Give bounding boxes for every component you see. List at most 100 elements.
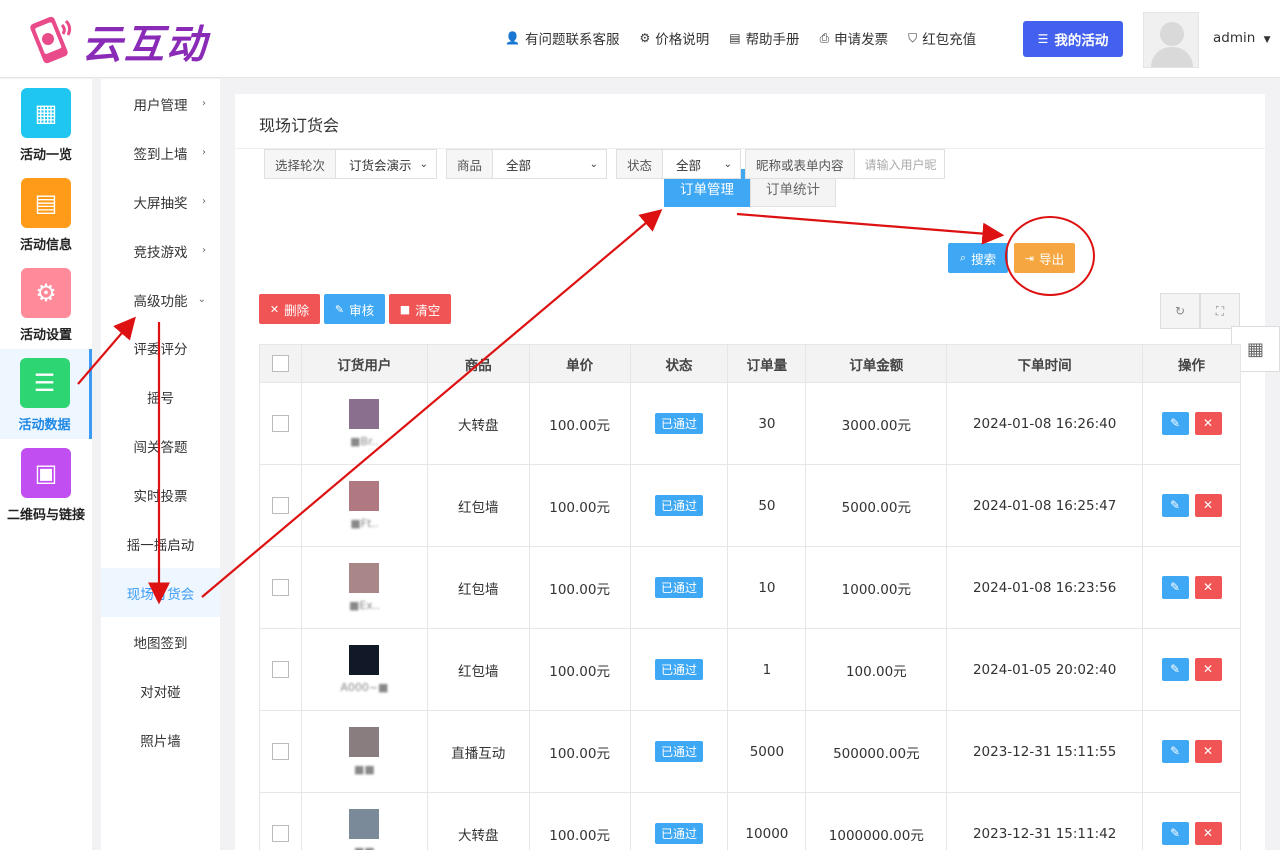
list-icon: ☰ (1037, 32, 1049, 46)
submenu-item-label: 用户管理 (133, 97, 188, 114)
top-nav-item[interactable]: ⎙ 申请发票 (819, 28, 889, 49)
status-badge: 已通过 (654, 413, 703, 434)
time-cell: 2023-12-31 15:11:42 (946, 792, 1144, 850)
delete-row-button[interactable]: ✕ (1194, 658, 1222, 681)
delete-button[interactable]: ✕ 删除 (259, 294, 320, 324)
round-select[interactable]: 选择轮次 订货会演示 ⌄ (264, 149, 437, 179)
delete-row-button[interactable]: ✕ (1194, 576, 1222, 599)
submenu-item[interactable]: 用户管理 › (101, 79, 220, 128)
submenu-subitem[interactable]: 摇号 (101, 372, 220, 421)
amount-cell: 1000.00元 (805, 546, 948, 629)
user-nickname: A000~■ (340, 681, 389, 694)
user-nickname: ■Br.. (350, 435, 379, 448)
review-button[interactable]: ✎ 审核 (324, 294, 385, 324)
actions-cell: ✎ ✕ (1142, 710, 1241, 793)
rail-item-qrcode[interactable]: ▣ 二维码与链接 (0, 439, 92, 529)
search-input[interactable]: 请输入用户昵 (855, 150, 944, 178)
column-header[interactable]: 下单时间 (946, 344, 1144, 383)
user-nickname: ■Ex.. (348, 599, 380, 612)
user-nickname: ■■ (353, 763, 375, 776)
rail-item-gear[interactable]: ⚙ 活动设置 (0, 259, 92, 349)
rail-item-label: 活动信息 (19, 238, 72, 253)
status-select[interactable]: 状态 全部 ⌄ (616, 149, 741, 179)
printer-icon: ⎙ (819, 30, 830, 45)
submenu-item-label: 竞技游戏 (133, 244, 188, 261)
edit-button[interactable]: ✎ (1161, 822, 1189, 845)
edit-button[interactable]: ✎ (1161, 740, 1189, 763)
amount-cell: 5000.00元 (805, 464, 948, 547)
rail-item-label: 活动设置 (19, 328, 72, 343)
gear-icon: ⚙ (21, 268, 71, 318)
submenu-subitem[interactable]: 闯关答题 (101, 421, 220, 470)
row-checkbox[interactable] (271, 415, 289, 432)
column-header[interactable]: 订单量 (727, 344, 807, 383)
submenu-subitem[interactable]: 照片墙 (101, 715, 220, 764)
submenu-subitem[interactable]: 对对碰 (101, 666, 220, 715)
submenu-item[interactable]: 竞技游戏 › (101, 226, 220, 275)
submenu-subitem-label: 对对碰 (140, 684, 181, 701)
avatar[interactable] (1143, 12, 1199, 68)
logo[interactable]: 云互动 (22, 12, 208, 70)
column-header[interactable]: 商品 (426, 344, 530, 383)
submenu-subitem-label: 摇一摇启动 (126, 537, 195, 554)
clear-button[interactable]: ■ 清空 (389, 294, 451, 324)
column-header[interactable]: 订货用户 (300, 344, 428, 383)
top-nav: 👤 有问题联系客服 ⚙ 价格说明 ▤ 帮助手册 ⎙ 申请发票 ⛉ 红包充值 (505, 28, 996, 49)
user-menu[interactable]: admin ▼ (1213, 30, 1271, 46)
delete-row-button[interactable]: ✕ (1194, 740, 1222, 763)
submenu-item[interactable]: 签到上墙 › (101, 128, 220, 177)
submenu-subitem[interactable]: 现场订货会 (101, 568, 220, 617)
icon-rail: ▦ 活动一览 ▤ 活动信息 ⚙ 活动设置 ☰ 活动数据 ▣ 二维码与链接 (0, 79, 92, 850)
product-select[interactable]: 商品 全部 ⌄ (446, 149, 607, 179)
row-checkbox[interactable] (271, 661, 289, 678)
top-nav-item[interactable]: ⛉ 红包充值 (908, 28, 976, 49)
edit-button[interactable]: ✎ (1161, 576, 1189, 599)
top-nav-item[interactable]: ▤ 帮助手册 (729, 28, 799, 48)
delete-row-button[interactable]: ✕ (1194, 822, 1222, 845)
product-cell: 大转盘 (426, 792, 530, 850)
delete-row-button[interactable]: ✕ (1194, 412, 1222, 435)
qrcode-icon: ▦ (1246, 338, 1264, 360)
rail-item-grid[interactable]: ▦ 活动一览 (0, 79, 92, 169)
document-icon: ▤ (21, 178, 71, 228)
row-checkbox[interactable] (271, 743, 289, 760)
price-cell: 100.00元 (528, 464, 631, 547)
submenu-subitem[interactable]: 评委评分 (101, 323, 220, 372)
edit-button[interactable]: ✎ (1161, 412, 1189, 435)
top-nav-item[interactable]: ⚙ 价格说明 (639, 28, 709, 48)
row-checkbox[interactable] (271, 825, 289, 842)
price-cell: 100.00元 (528, 546, 631, 629)
select-all-checkbox[interactable] (271, 355, 289, 372)
status-badge: 已通过 (654, 823, 703, 844)
my-activity-button[interactable]: ☰ 我的活动 (1023, 21, 1123, 57)
submenu-subitem[interactable]: 摇一摇启动 (101, 519, 220, 568)
grid-icon: ▦ (21, 88, 71, 138)
search-button[interactable]: ⌕ 搜索 (948, 243, 1008, 273)
submenu-subitem-label: 评委评分 (133, 341, 188, 358)
rail-item-database[interactable]: ☰ 活动数据 (0, 349, 92, 439)
delete-button-label: 删除 (284, 302, 310, 318)
delete-row-button[interactable]: ✕ (1194, 494, 1222, 517)
column-header[interactable]: 单价 (528, 344, 631, 383)
column-header[interactable]: 状态 (629, 344, 729, 383)
refresh-button[interactable]: ↻ (1160, 293, 1200, 329)
rail-item-document[interactable]: ▤ 活动信息 (0, 169, 92, 259)
fullscreen-button[interactable]: ⛶ (1200, 293, 1240, 329)
price-cell: 100.00元 (528, 628, 631, 711)
quantity-cell: 10 (727, 546, 807, 629)
row-checkbox[interactable] (271, 579, 289, 596)
chevron-right-icon: › (202, 245, 206, 256)
row-checkbox[interactable] (271, 497, 289, 514)
submenu-subitem[interactable]: 地图签到 (101, 617, 220, 666)
select-cell (259, 792, 302, 850)
submenu-item[interactable]: 高级功能 ⌄ (101, 275, 220, 324)
user-cell: A000~■ (300, 628, 428, 711)
submenu-subitem[interactable]: 实时投票 (101, 470, 220, 519)
top-nav-item[interactable]: 👤 有问题联系客服 (505, 28, 619, 48)
edit-button[interactable]: ✎ (1161, 494, 1189, 517)
quantity-cell: 30 (727, 382, 807, 465)
submenu-item[interactable]: 大屏抽奖 › (101, 177, 220, 226)
edit-button[interactable]: ✎ (1161, 658, 1189, 681)
product-cell: 直播互动 (426, 710, 530, 793)
column-header[interactable]: 订单金额 (805, 344, 948, 383)
